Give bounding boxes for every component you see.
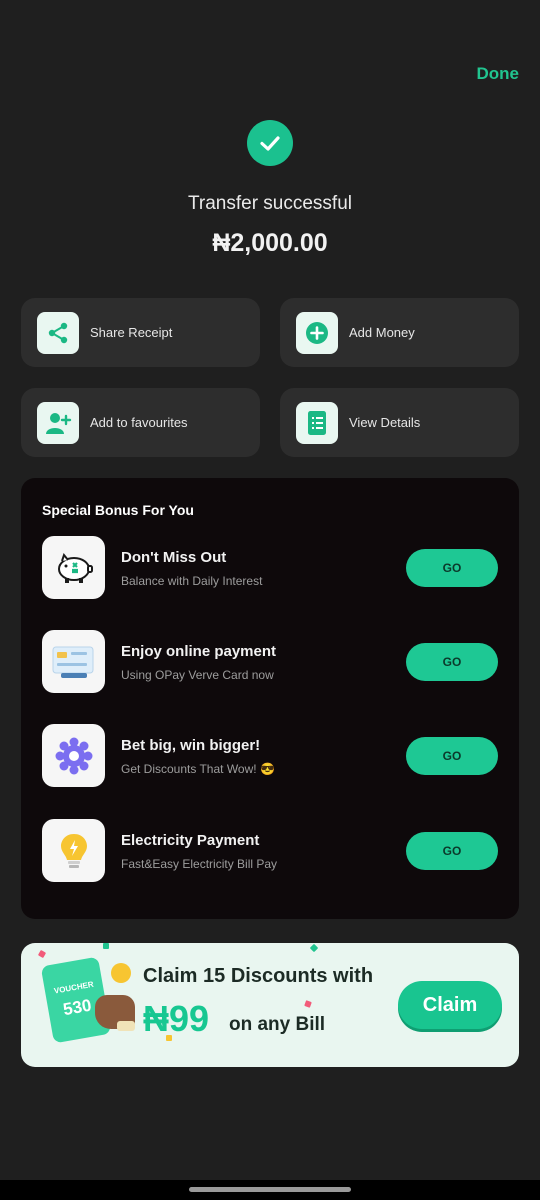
lightbulb-icon [42, 819, 105, 882]
hand-cuff-illustration [117, 1021, 135, 1031]
plus-circle-icon [296, 311, 338, 354]
bonus-item-subtitle: Balance with Daily Interest [121, 574, 263, 588]
claim-button[interactable]: Claim [398, 981, 502, 1029]
success-check-icon [247, 120, 293, 166]
confetti-decoration [309, 943, 319, 953]
promo-banner[interactable]: VOUCHER 530 Claim 15 Discounts with ₦99 … [21, 943, 519, 1067]
share-icon [37, 311, 79, 354]
confetti-decoration [37, 949, 47, 959]
bonus-item-subtitle: Fast&Easy Electricity Bill Pay [121, 857, 278, 871]
bonus-item-title: Bet big, win bigger! [121, 737, 261, 754]
share-receipt-label: Share Receipt [90, 325, 173, 340]
go-button[interactable]: GO [406, 643, 498, 681]
bonus-item-betting[interactable]: Bet big, win bigger! Get Discounts That … [42, 724, 498, 788]
system-navigation-bar [0, 1180, 540, 1200]
bonus-title: Special Bonus For You [42, 502, 194, 518]
view-details-button[interactable]: View Details [280, 388, 519, 457]
gear-ball-icon [42, 724, 105, 787]
go-button[interactable]: GO [406, 549, 498, 587]
piggy-bank-icon [42, 536, 105, 599]
promo-price: ₦99 [143, 998, 210, 1039]
bonus-item-electricity[interactable]: Electricity Payment Fast&Easy Electricit… [42, 819, 498, 883]
bonus-item-online-payment[interactable]: Enjoy online payment Using OPay Verve Ca… [42, 630, 498, 694]
add-user-icon [37, 401, 79, 444]
view-details-label: View Details [349, 415, 421, 430]
home-indicator[interactable] [189, 1187, 351, 1192]
status-title: Transfer successful [187, 193, 352, 214]
add-money-button[interactable]: Add Money [280, 298, 519, 367]
transfer-amount: ₦2,000.00 [212, 229, 328, 257]
bonus-item-title: Enjoy online payment [121, 643, 277, 660]
bonus-item-subtitle: Using OPay Verve Card now [121, 668, 274, 682]
document-icon [296, 401, 338, 444]
bonus-item-title: Don't Miss Out [121, 549, 227, 566]
bonus-item-title: Electricity Payment [121, 832, 260, 849]
voucher-label: VOUCHER [53, 979, 95, 996]
bonus-item-savings[interactable]: Don't Miss Out Balance with Daily Intere… [42, 536, 498, 600]
promo-subline: on any Bill [229, 1014, 326, 1035]
add-money-label: Add Money [349, 325, 415, 340]
confetti-decoration [304, 1000, 312, 1008]
add-to-favourites-button[interactable]: Add to favourites [21, 388, 260, 457]
promo-headline: Claim 15 Discounts with [143, 965, 374, 987]
bonus-item-subtitle: Get Discounts That Wow! 😎 [121, 762, 275, 776]
share-receipt-button[interactable]: Share Receipt [21, 298, 260, 367]
confetti-decoration [103, 943, 109, 949]
add-to-favourites-label: Add to favourites [90, 415, 188, 430]
card-icon [42, 630, 105, 693]
special-bonus-panel: Special Bonus For You Don't Miss Out Bal… [21, 478, 519, 919]
go-button[interactable]: GO [406, 832, 498, 870]
transfer-success-screen: Done Transfer successful ₦2,000.00 Share… [0, 0, 540, 1200]
party-emoji-icon [111, 963, 131, 983]
voucher-number: 530 [61, 995, 93, 1019]
done-button[interactable]: Done [477, 64, 520, 84]
go-button[interactable]: GO [406, 737, 498, 775]
